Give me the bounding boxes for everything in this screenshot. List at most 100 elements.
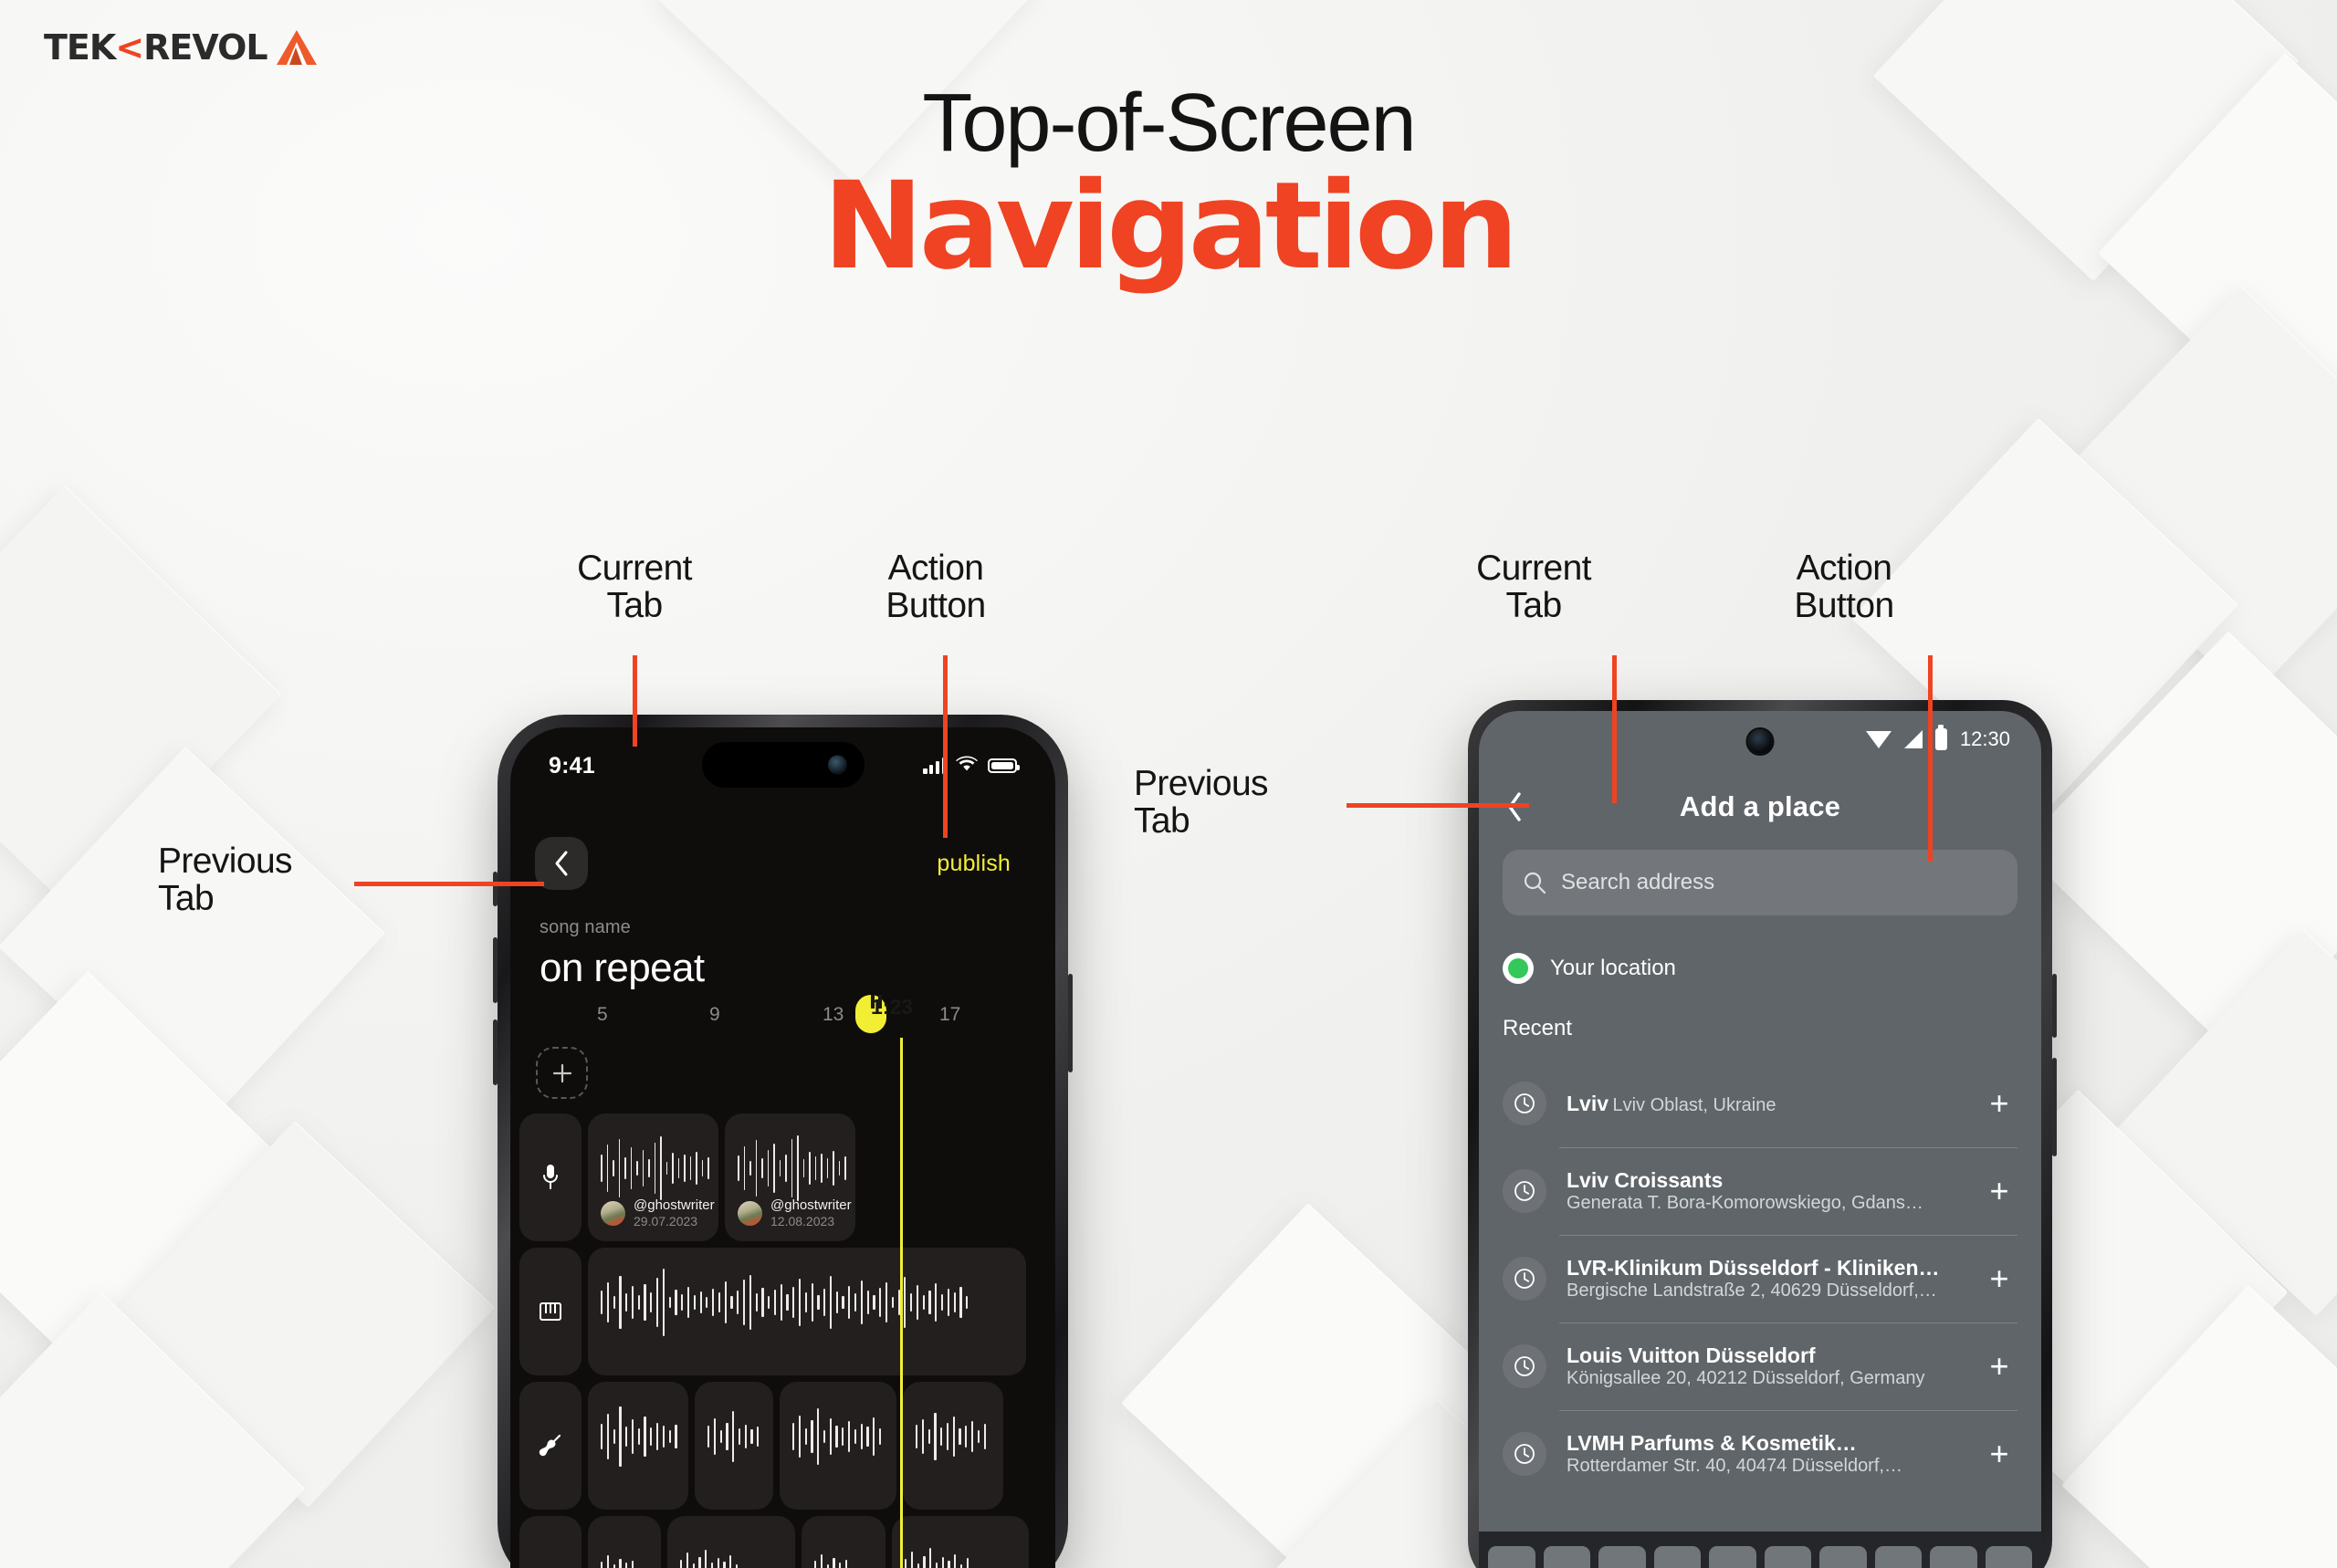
track-row[interactable] xyxy=(510,1382,1055,1510)
place-address: Königsallee 20, 40212 Düsseldorf, German… xyxy=(1567,1368,1925,1388)
waveform xyxy=(916,1402,994,1471)
your-location-row[interactable]: Your location xyxy=(1503,943,2017,994)
clock-icon xyxy=(1503,1082,1546,1125)
list-item[interactable]: Lviv Lviv Oblast, Ukraine + xyxy=(1503,1060,2017,1147)
logo-wordmark: TEK<REVOL xyxy=(44,27,268,68)
keyboard-key[interactable] xyxy=(1598,1546,1646,1568)
playhead-line[interactable] xyxy=(900,1038,903,1568)
track-rail-extra[interactable] xyxy=(519,1516,582,1568)
list-item[interactable]: LVR-Klinikum Düsseldorf - Kliniken… Berg… xyxy=(1503,1235,2017,1322)
place-address: Lviv Oblast, Ukraine xyxy=(1612,1094,1776,1115)
tekrevol-triangle-icon xyxy=(276,30,317,65)
track-row[interactable] xyxy=(510,1248,1055,1375)
keyboard-key[interactable] xyxy=(1488,1546,1535,1568)
audio-clip[interactable] xyxy=(695,1382,773,1510)
ios-track-list[interactable]: @ghostwriter 29.07.2023 @ghostwriter 12.… xyxy=(510,1113,1055,1568)
pause-icon[interactable] xyxy=(871,995,882,1009)
title-line-1: Top-of-Screen xyxy=(922,78,1416,169)
clock-icon xyxy=(1503,1344,1546,1388)
timeline-tick-9: 9 xyxy=(709,1004,720,1025)
iphone-volume-down-button[interactable] xyxy=(493,1019,498,1085)
track-rail-piano[interactable] xyxy=(519,1248,582,1375)
keyboard-key[interactable] xyxy=(1653,1546,1701,1568)
audio-clip[interactable] xyxy=(588,1516,661,1568)
ios-timeline-ruler[interactable]: 5 9 13 17 1:23 xyxy=(510,995,1055,1037)
audio-clip[interactable] xyxy=(588,1382,688,1510)
place-address: Generata T. Bora-Komorowskiego, Gdans… xyxy=(1567,1193,1923,1213)
leader-line-android-previous-tab xyxy=(1347,803,1529,808)
place-name: LVMH Parfums & Kosmetik… xyxy=(1567,1431,1857,1455)
clock-icon xyxy=(1503,1169,1546,1213)
song-name-label: song name xyxy=(540,917,631,937)
search-input[interactable]: Search address xyxy=(1503,850,2017,915)
add-place-button[interactable]: + xyxy=(1981,1261,2017,1294)
leader-line-android-action-button xyxy=(1928,655,1933,862)
publish-button[interactable]: publish xyxy=(937,851,1031,877)
annotation-android-action-button: Action Button xyxy=(1794,549,1894,626)
waveform xyxy=(814,1536,876,1568)
iphone-power-button[interactable] xyxy=(1068,974,1073,1072)
keyboard-key[interactable] xyxy=(1874,1546,1922,1568)
wifi-icon xyxy=(1865,730,1892,748)
list-item[interactable]: Louis Vuitton Düsseldorf Königsallee 20,… xyxy=(1503,1322,2017,1410)
logo-text-b: REVOL xyxy=(143,27,267,68)
iphone-screen: 9:41 publish song name on repeat 5 9 13 … xyxy=(510,727,1055,1568)
android-status-time: 12:30 xyxy=(1959,727,2010,750)
track-row[interactable] xyxy=(510,1516,1055,1568)
annotation-android-previous-tab: Previous Tab xyxy=(1134,764,1269,841)
audio-clip[interactable] xyxy=(588,1248,1026,1375)
track-rail-guitar[interactable] xyxy=(519,1382,582,1510)
wifi-icon xyxy=(956,756,978,777)
android-screen: 12:30 Add a place Search address Your lo… xyxy=(1479,711,2041,1568)
song-title: on repeat xyxy=(540,946,705,990)
keyboard-key[interactable] xyxy=(1930,1546,1977,1568)
android-keyboard[interactable] xyxy=(1479,1531,2041,1568)
audio-clip[interactable] xyxy=(780,1382,896,1510)
microphone-icon xyxy=(543,1165,558,1189)
fish-avatar xyxy=(738,1200,762,1226)
add-place-button[interactable]: + xyxy=(1981,1174,2017,1207)
audio-clip[interactable] xyxy=(892,1516,1029,1568)
title-line-2: Navigation xyxy=(823,156,1518,297)
playhead-time-pill[interactable]: 1:23 xyxy=(855,995,913,1033)
location-dot-icon xyxy=(1503,953,1534,984)
guitar-icon xyxy=(539,1434,561,1457)
android-volume-button[interactable] xyxy=(2052,1058,2057,1156)
list-item[interactable]: LVMH Parfums & Kosmetik… Rotterdamer Str… xyxy=(1503,1410,2017,1498)
android-device-mockup: 12:30 Add a place Search address Your lo… xyxy=(1468,700,2057,1568)
keyboard-key[interactable] xyxy=(1764,1546,1811,1568)
clip-date: 29.07.2023 xyxy=(634,1214,698,1228)
clock-icon xyxy=(1503,1257,1546,1301)
audio-clip[interactable] xyxy=(903,1382,1003,1510)
page-title: Top-of-Screen Navigation xyxy=(0,82,2337,287)
add-track-button[interactable] xyxy=(536,1047,588,1099)
keyboard-key[interactable] xyxy=(1985,1546,2032,1568)
battery-icon xyxy=(1934,725,1947,750)
list-item[interactable]: Lviv Croissants Generata T. Bora-Komorow… xyxy=(1503,1147,2017,1235)
waveform xyxy=(601,1134,709,1203)
add-place-button[interactable]: + xyxy=(1981,1086,2017,1119)
clip-meta: @ghostwriter 12.08.2023 xyxy=(738,1197,852,1228)
track-row[interactable]: @ghostwriter 29.07.2023 @ghostwriter 12.… xyxy=(510,1113,1055,1241)
clock-icon xyxy=(1503,1432,1546,1476)
audio-clip[interactable]: @ghostwriter 29.07.2023 xyxy=(588,1113,718,1241)
waveform xyxy=(905,1536,1020,1568)
audio-clip[interactable] xyxy=(667,1516,795,1568)
iphone-device-mockup: 9:41 publish song name on repeat 5 9 13 … xyxy=(493,715,1073,1568)
iphone-mute-switch[interactable] xyxy=(493,872,498,906)
waveform xyxy=(707,1402,764,1471)
clip-author: @ghostwriter xyxy=(634,1197,715,1213)
add-place-button[interactable]: + xyxy=(1981,1437,2017,1469)
android-power-button[interactable] xyxy=(2052,974,2057,1038)
keyboard-key[interactable] xyxy=(1709,1546,1756,1568)
keyboard-key[interactable] xyxy=(1819,1546,1867,1568)
plus-icon xyxy=(552,1063,571,1082)
search-placeholder: Search address xyxy=(1561,870,1715,894)
add-place-button[interactable]: + xyxy=(1981,1349,2017,1382)
recent-places-list[interactable]: Lviv Lviv Oblast, Ukraine + Lviv Croissa… xyxy=(1503,1060,2017,1528)
track-rail-microphone[interactable] xyxy=(519,1113,582,1241)
keyboard-key[interactable] xyxy=(1543,1546,1590,1568)
iphone-volume-up-button[interactable] xyxy=(493,937,498,1003)
audio-clip[interactable]: @ghostwriter 12.08.2023 xyxy=(725,1113,855,1241)
audio-clip[interactable] xyxy=(802,1516,886,1568)
